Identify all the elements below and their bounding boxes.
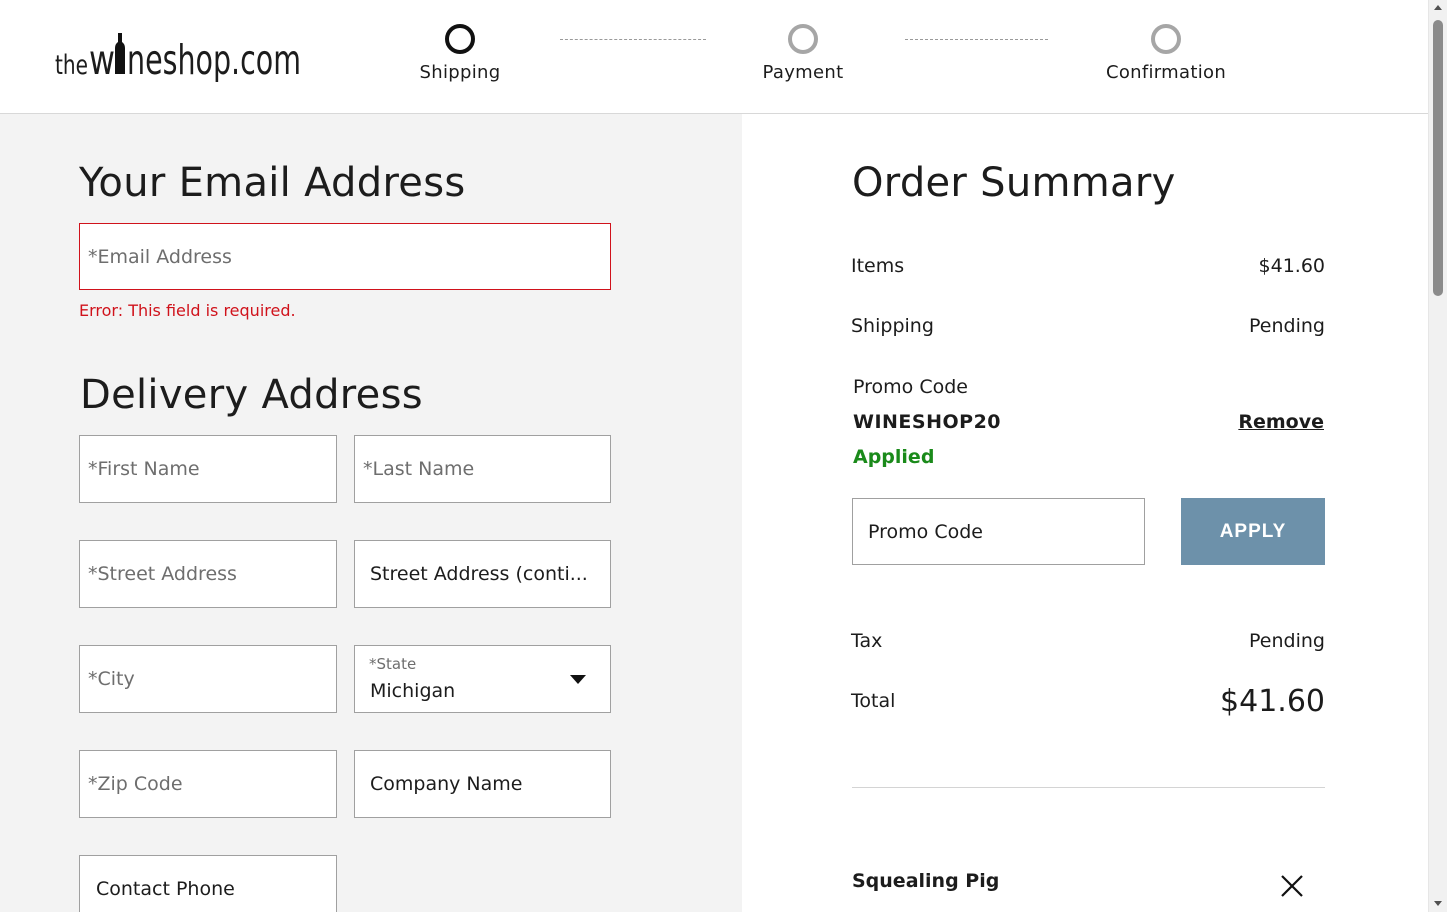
last-name-field[interactable]: [354, 435, 611, 503]
contact-phone-value: Contact Phone: [96, 878, 235, 900]
order-summary-panel: Order Summary Items $41.60 Shipping Pend…: [742, 114, 1428, 912]
cart-item-name: Squealing Pig: [852, 870, 1000, 892]
last-name-input[interactable]: [355, 436, 610, 502]
zip-code-field[interactable]: [79, 750, 337, 818]
promo-code-input[interactable]: Promo Code: [852, 498, 1145, 565]
email-section-title: Your Email Address: [79, 160, 466, 206]
chevron-down-icon: [570, 675, 586, 684]
step-active-circle-icon: [445, 24, 475, 54]
street-address-cont-value: Street Address (conti...: [370, 563, 588, 585]
shipping-value: Pending: [1249, 315, 1325, 337]
email-field[interactable]: [79, 223, 611, 290]
street-address-field[interactable]: [79, 540, 337, 608]
checkout-header: the w neshop.com Shipping Payment Confir…: [0, 0, 1428, 114]
state-value: Michigan: [370, 680, 456, 702]
contact-phone-field[interactable]: Contact Phone: [79, 855, 337, 912]
first-name-input[interactable]: [80, 436, 336, 502]
wineshop-logo-icon: the w neshop.com: [55, 33, 301, 82]
street-address-input[interactable]: [80, 541, 336, 607]
step-label: Confirmation: [1105, 62, 1227, 83]
scrollbar-thumb[interactable]: [1433, 20, 1443, 296]
items-label: Items: [851, 255, 905, 277]
site-logo[interactable]: the w neshop.com: [55, 30, 305, 82]
scroll-down-arrow-icon[interactable]: [1434, 901, 1442, 906]
step-inactive-circle-icon: [1151, 24, 1181, 54]
delivery-section-title: Delivery Address: [80, 372, 423, 418]
promo-code-label: Promo Code: [853, 376, 968, 398]
city-field[interactable]: [79, 645, 337, 713]
items-value: $41.60: [1258, 255, 1325, 277]
step-label: Payment: [762, 62, 844, 83]
company-name-field[interactable]: Company Name: [354, 750, 611, 818]
svg-text:neshop.com: neshop.com: [127, 36, 301, 82]
total-value: $41.60: [1220, 684, 1325, 719]
promo-applied-status: Applied: [853, 446, 935, 468]
state-select[interactable]: *State Michigan: [354, 645, 611, 713]
apply-promo-button[interactable]: APPLY: [1181, 498, 1325, 565]
company-name-value: Company Name: [370, 773, 523, 795]
checkout-page: the w neshop.com Shipping Payment Confir…: [0, 0, 1447, 912]
step-payment[interactable]: Payment: [723, 24, 883, 83]
state-label: *State: [369, 655, 417, 673]
svg-text:the: the: [55, 50, 88, 81]
tax-value: Pending: [1249, 630, 1325, 652]
shipping-form-panel: Your Email Address Error: This field is …: [0, 114, 742, 912]
page-scrollbar[interactable]: [1428, 0, 1447, 912]
remove-promo-link[interactable]: Remove: [1238, 411, 1324, 433]
step-confirmation[interactable]: Confirmation: [1086, 24, 1246, 83]
total-label: Total: [851, 690, 896, 712]
step-connector: [560, 39, 706, 40]
scroll-up-arrow-icon[interactable]: [1434, 5, 1442, 10]
applied-promo-code: WINESHOP20: [853, 411, 1002, 433]
email-input[interactable]: [80, 224, 610, 289]
tax-label: Tax: [851, 630, 883, 652]
step-connector: [905, 39, 1048, 40]
street-address-cont-field[interactable]: Street Address (conti...: [354, 540, 611, 608]
close-icon[interactable]: [1280, 874, 1304, 898]
shipping-label: Shipping: [851, 315, 934, 337]
city-input[interactable]: [80, 646, 336, 712]
svg-text:w: w: [89, 36, 115, 82]
step-label: Shipping: [419, 62, 501, 83]
order-summary-title: Order Summary: [852, 160, 1176, 206]
first-name-field[interactable]: [79, 435, 337, 503]
zip-code-input[interactable]: [80, 751, 336, 817]
step-inactive-circle-icon: [788, 24, 818, 54]
step-shipping[interactable]: Shipping: [380, 24, 540, 83]
summary-divider: [852, 787, 1325, 788]
email-error-message: Error: This field is required.: [79, 301, 296, 320]
promo-code-input-value: Promo Code: [868, 520, 983, 543]
